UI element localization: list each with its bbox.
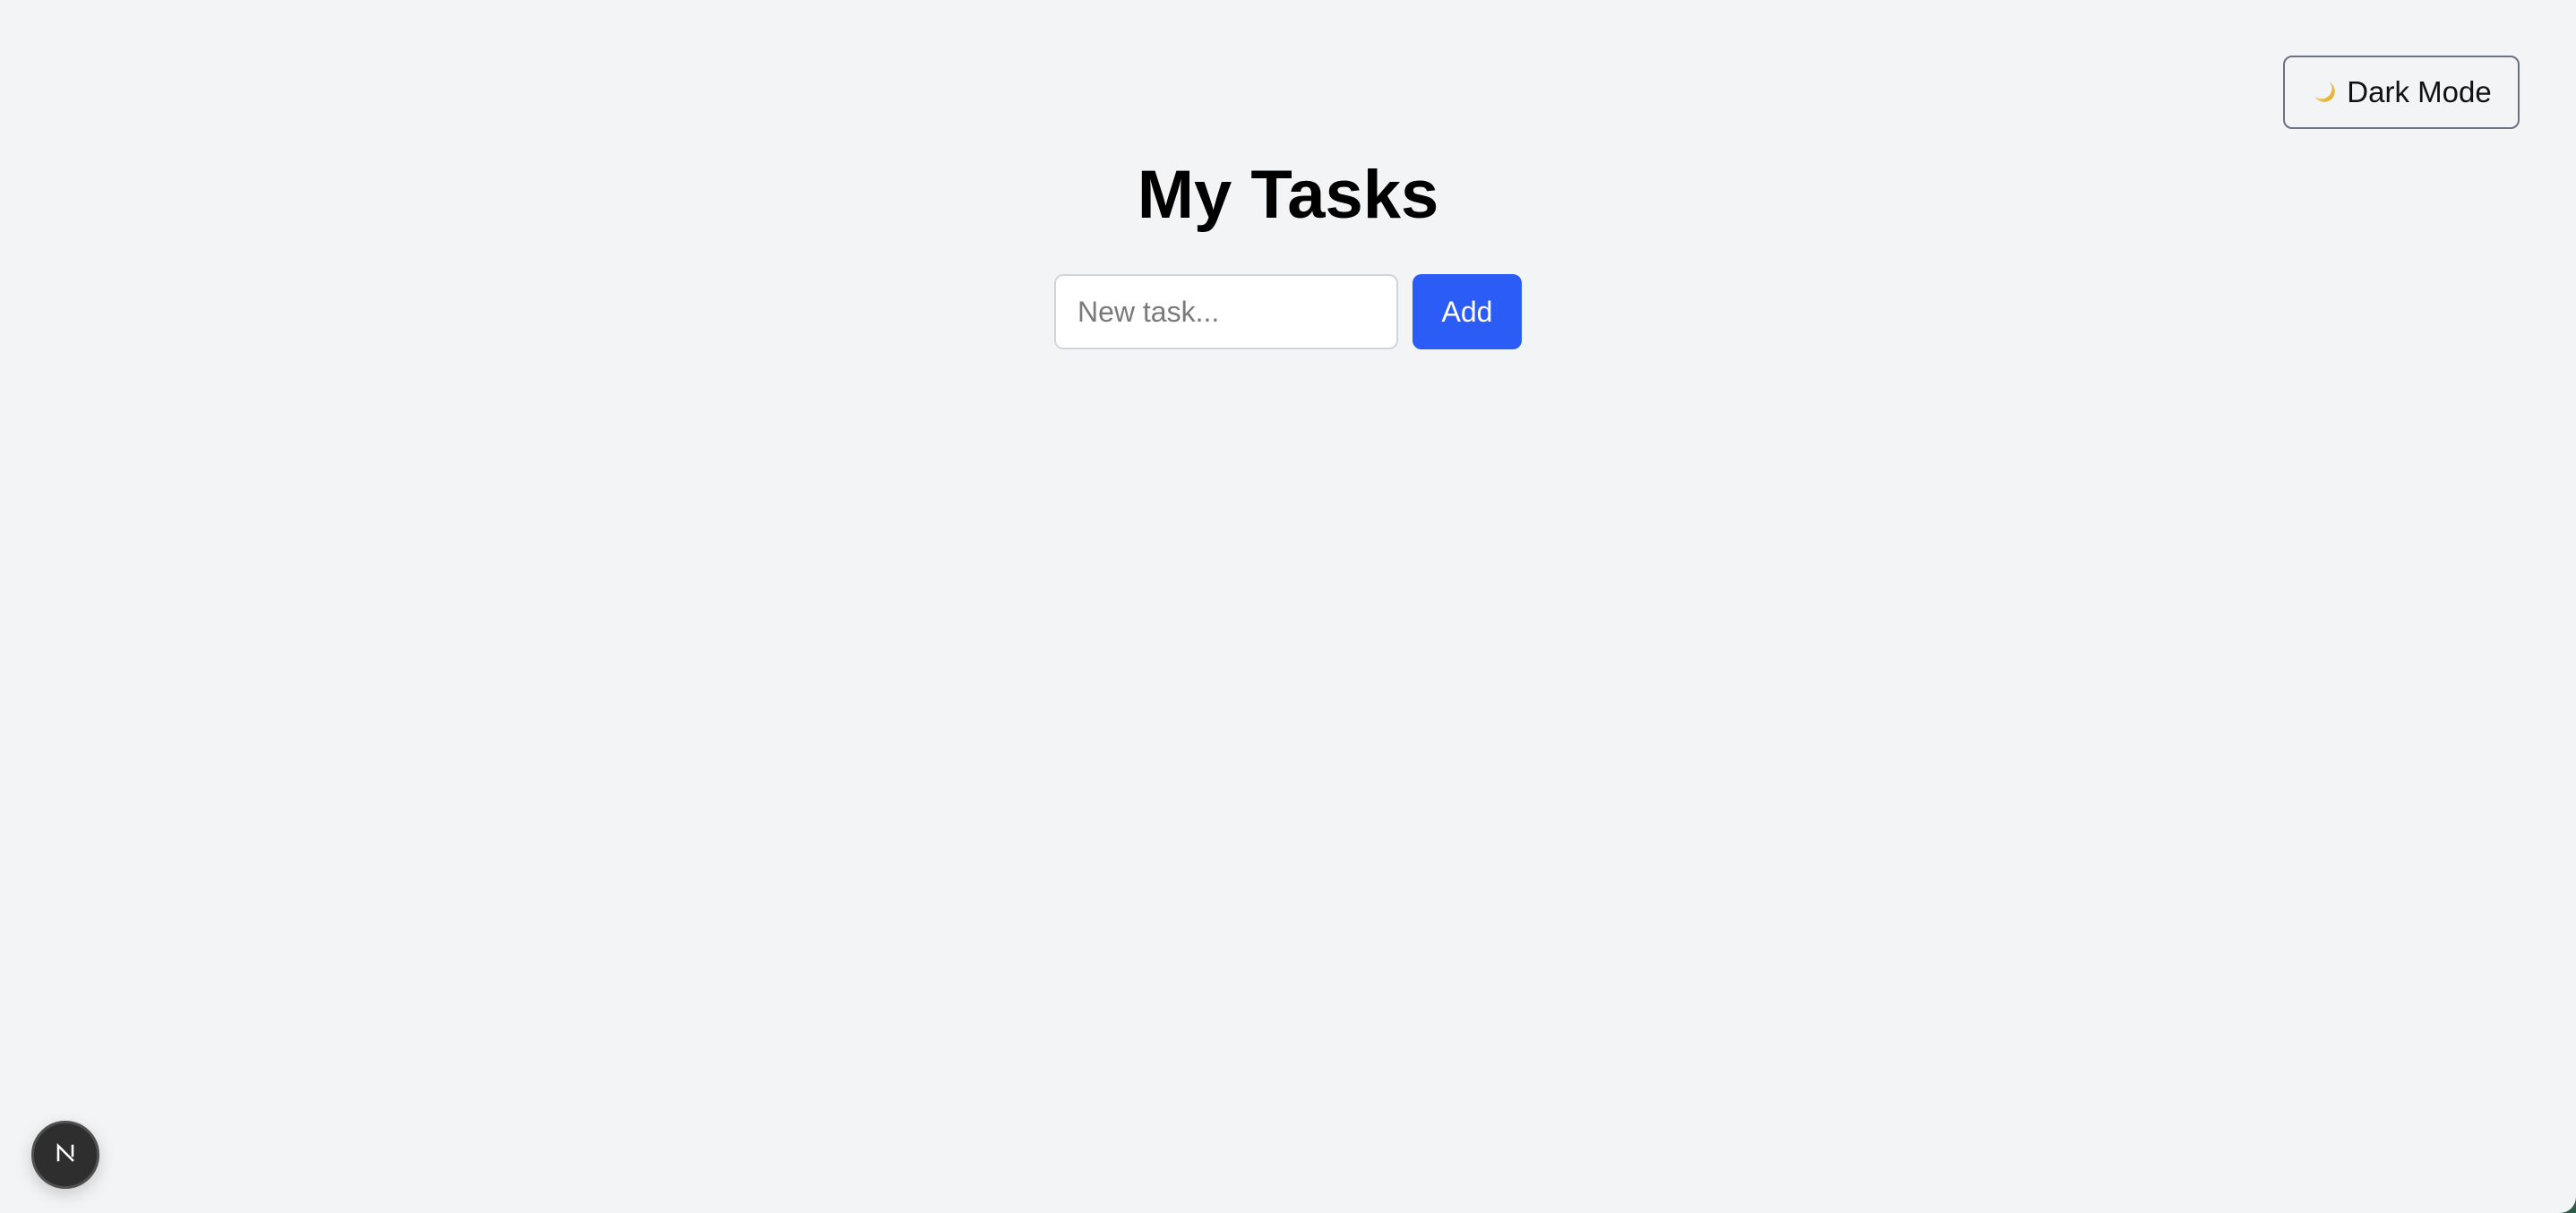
page-title: My Tasks bbox=[1137, 157, 1439, 233]
new-task-input[interactable] bbox=[1054, 274, 1398, 349]
new-task-form: Add bbox=[1054, 274, 1522, 349]
nextjs-logo-icon bbox=[52, 1140, 79, 1171]
dark-mode-toggle-button[interactable]: Dark Mode bbox=[2283, 56, 2520, 129]
add-task-button[interactable]: Add bbox=[1413, 274, 1522, 349]
crescent-moon-icon bbox=[2311, 78, 2340, 107]
dark-mode-toggle-label: Dark Mode bbox=[2347, 75, 2492, 108]
nextjs-dev-indicator-button[interactable] bbox=[31, 1121, 99, 1189]
